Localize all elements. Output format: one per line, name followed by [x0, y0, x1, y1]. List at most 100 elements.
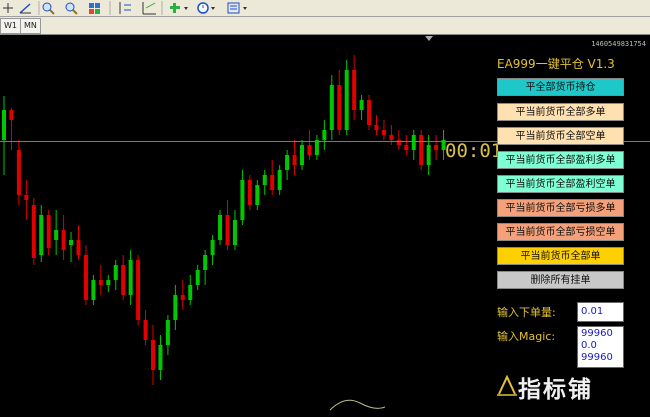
candle-body	[143, 320, 148, 340]
candle	[381, 120, 386, 140]
candle	[39, 205, 44, 262]
candle	[106, 275, 111, 292]
candle-body	[113, 265, 118, 280]
indicator-add-icon[interactable]	[170, 3, 188, 13]
candle-body	[54, 230, 59, 240]
candle	[232, 210, 237, 250]
close-all-sell-button[interactable]: 平当前货币全部空单	[497, 127, 624, 145]
template-icon[interactable]	[227, 2, 247, 14]
candle	[374, 115, 379, 135]
candle-body	[322, 130, 327, 140]
candle-body	[367, 100, 372, 125]
close-profit-buy-button[interactable]: 平当前货币全部盈利多单	[497, 151, 624, 169]
candle	[314, 135, 319, 160]
toolbar-icons	[3, 1, 247, 15]
candle-body	[381, 130, 386, 135]
candle	[292, 140, 297, 175]
candle-body	[314, 140, 319, 155]
timestamp-label: 1460549831754	[591, 40, 646, 48]
close-all-current-button[interactable]: 平当前货币全部单	[497, 247, 624, 265]
candle	[113, 260, 118, 290]
candle	[322, 120, 327, 150]
clock-period-icon[interactable]	[197, 2, 215, 14]
candle-body	[173, 295, 178, 320]
candle	[136, 255, 141, 325]
candle	[255, 180, 260, 210]
candle-body	[91, 280, 96, 300]
close-all-buy-button[interactable]: 平当前货币全部多单	[497, 103, 624, 121]
candle-body	[165, 320, 170, 345]
delete-pending-orders-button[interactable]: 删除所有挂单	[497, 271, 624, 289]
close-loss-sell-button[interactable]: 平当前货币全部亏损空单	[497, 223, 624, 241]
lot-size-label: 输入下单量:	[497, 306, 556, 319]
crosshair-icon[interactable]	[3, 3, 13, 13]
candle-body	[262, 175, 267, 185]
candle	[128, 250, 133, 305]
candle-body	[426, 145, 431, 165]
candle	[158, 335, 163, 380]
candle-body	[203, 255, 208, 270]
candle-body	[9, 110, 14, 120]
trendline-icon[interactable]	[19, 3, 31, 14]
candle	[225, 200, 230, 250]
grid-icon[interactable]	[142, 2, 156, 15]
candle-body	[411, 135, 416, 150]
watermark-logo-icon	[497, 374, 517, 396]
magic-input[interactable]: 99960 0.0 99960	[577, 326, 624, 368]
lot-size-input[interactable]: 0.01	[577, 302, 624, 322]
toolbar	[0, 0, 650, 17]
candle-body	[404, 145, 409, 150]
candle	[411, 130, 416, 160]
zoom-out-icon[interactable]	[65, 2, 78, 15]
candle-body	[83, 255, 88, 300]
candle-body	[434, 145, 439, 150]
candle	[270, 160, 275, 195]
zoom-in-icon[interactable]	[42, 2, 55, 15]
candle	[240, 170, 245, 225]
candle	[121, 255, 126, 300]
magic-line: 0.0	[581, 340, 597, 351]
candle	[262, 170, 267, 195]
candle	[404, 135, 409, 155]
indicator-line	[329, 399, 386, 411]
candle-body	[352, 70, 357, 110]
candle	[434, 135, 439, 160]
candle-body	[98, 280, 103, 285]
candle-body	[136, 260, 141, 320]
tab-w1[interactable]: W1	[0, 18, 21, 34]
candle	[143, 310, 148, 345]
countdown-timer: 00:01	[445, 140, 503, 162]
tile-windows-icon[interactable]	[89, 3, 100, 14]
close-profit-sell-button[interactable]: 平当前货币全部盈利空单	[497, 175, 624, 193]
candle-body	[329, 85, 334, 130]
tab-mn[interactable]: MN	[20, 18, 41, 34]
candle	[173, 285, 178, 330]
candle-body	[106, 280, 111, 285]
candle-body	[46, 215, 51, 248]
candle-body	[158, 345, 163, 370]
candle-body	[419, 135, 424, 165]
candle	[2, 96, 6, 175]
candle-body	[285, 155, 290, 170]
candle	[329, 75, 334, 140]
candle-body	[232, 220, 237, 245]
shift-marker-icon[interactable]	[425, 36, 433, 41]
candle-body	[180, 295, 185, 300]
candle	[218, 210, 223, 245]
candle	[98, 265, 103, 295]
candle-body	[128, 260, 133, 295]
candle	[277, 165, 282, 195]
close-loss-buy-button[interactable]: 平当前货币全部亏损多单	[497, 199, 624, 217]
candle-body	[292, 155, 297, 165]
candle	[307, 130, 312, 160]
candle	[396, 130, 401, 150]
candle	[344, 60, 349, 135]
candle	[285, 150, 290, 180]
close-all-positions-button[interactable]: 平全部货币持仓	[497, 78, 624, 96]
magic-line: 99960	[581, 352, 613, 363]
candle-body	[16, 150, 21, 195]
period-separator-icon[interactable]	[119, 2, 131, 14]
candle	[210, 235, 215, 265]
candle-body	[277, 170, 282, 190]
candle	[54, 210, 59, 255]
